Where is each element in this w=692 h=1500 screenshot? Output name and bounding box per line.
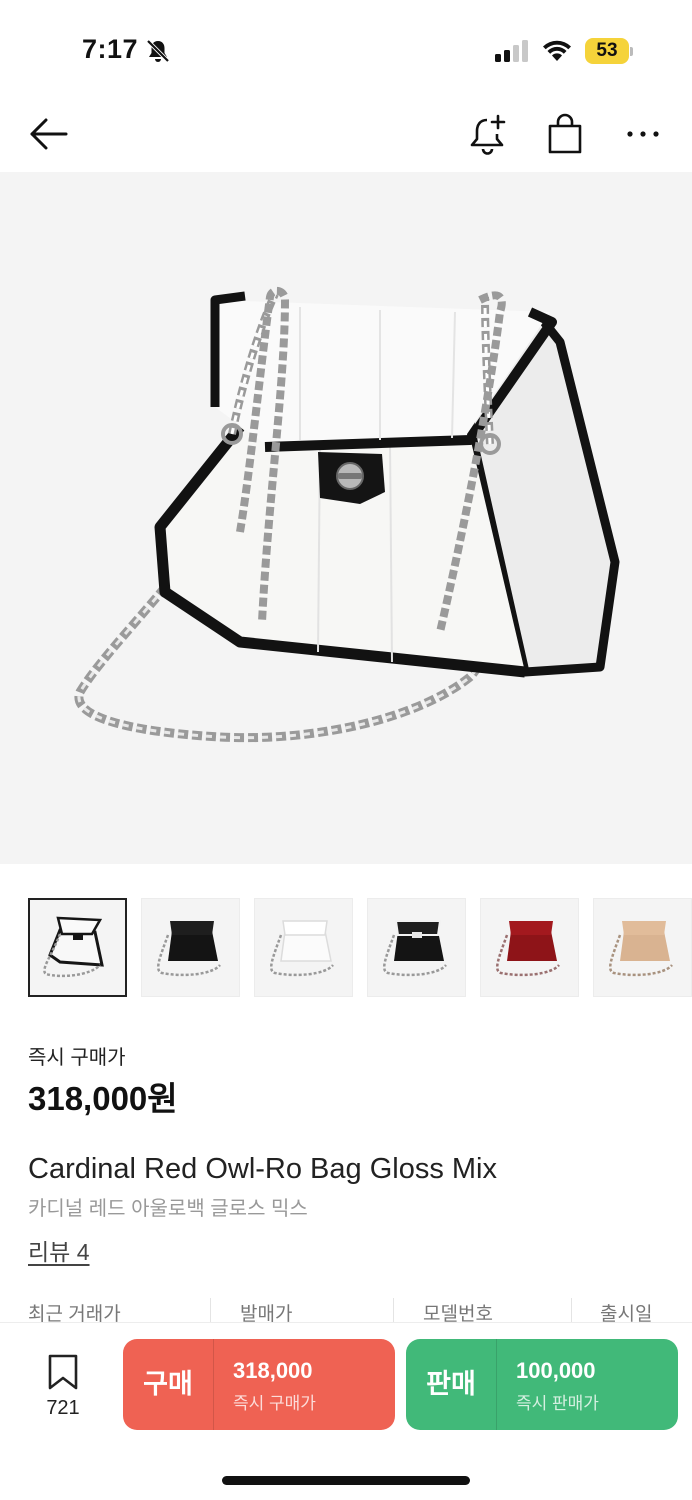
thumbnail-white-black-trim[interactable] [28, 898, 127, 997]
bell-slash-icon [145, 38, 171, 64]
sell-price: 100,000 [516, 1358, 596, 1383]
product-name-korean: 카디널 레드 아울로백 글로스 믹스 [28, 1198, 308, 1220]
home-indicator [222, 1476, 470, 1485]
thumbnail-black-white-trim[interactable] [367, 898, 466, 997]
divider [571, 1298, 572, 1322]
cellular-signal-icon [495, 40, 531, 62]
status-bar: 7:17 53 [0, 0, 692, 100]
review-link[interactable]: 리뷰 4 [28, 1233, 90, 1267]
sell-button[interactable]: 판매 100,000 즉시 판매가 [406, 1339, 678, 1430]
wishlist-button[interactable]: 721 [36, 1351, 90, 1421]
thumbnail-white[interactable] [254, 898, 353, 997]
divider [393, 1298, 394, 1322]
thumbnail-red[interactable] [480, 898, 579, 997]
back-arrow-icon[interactable] [28, 114, 70, 154]
sell-button-label: 판매 [426, 1369, 476, 1399]
instant-buy-price-label: 즉시 구매가 [28, 1047, 126, 1069]
app-header [0, 100, 692, 172]
status-time: 7:17 [82, 34, 139, 64]
thumbnail-strip [28, 898, 692, 998]
buy-price: 318,000 [233, 1358, 313, 1383]
bookmark-icon [48, 1354, 78, 1390]
wishlist-count: 721 [46, 1397, 80, 1419]
battery-icon: 53 [585, 38, 633, 64]
instant-buy-price: 318,000원 [28, 1080, 178, 1117]
bottom-action-bar: 721 구매 318,000 즉시 구매가 판매 100,000 즉시 판매가 [0, 1322, 692, 1500]
thumbnail-beige[interactable] [593, 898, 692, 997]
battery-level: 53 [596, 40, 618, 61]
wifi-icon [541, 37, 573, 63]
buy-button-label: 구매 [143, 1369, 193, 1399]
product-name: Cardinal Red Owl-Ro Bag Gloss Mix [28, 1153, 497, 1185]
buy-price-sub: 즉시 구매가 [233, 1394, 316, 1413]
more-icon[interactable] [622, 112, 664, 156]
sell-price-sub: 즉시 판매가 [516, 1394, 599, 1413]
bell-add-icon[interactable] [466, 112, 510, 156]
thumbnail-black[interactable] [141, 898, 240, 997]
buy-button[interactable]: 구매 318,000 즉시 구매가 [123, 1339, 395, 1430]
divider [210, 1298, 211, 1322]
shopping-bag-icon[interactable] [544, 112, 586, 156]
product-image[interactable] [0, 172, 692, 864]
